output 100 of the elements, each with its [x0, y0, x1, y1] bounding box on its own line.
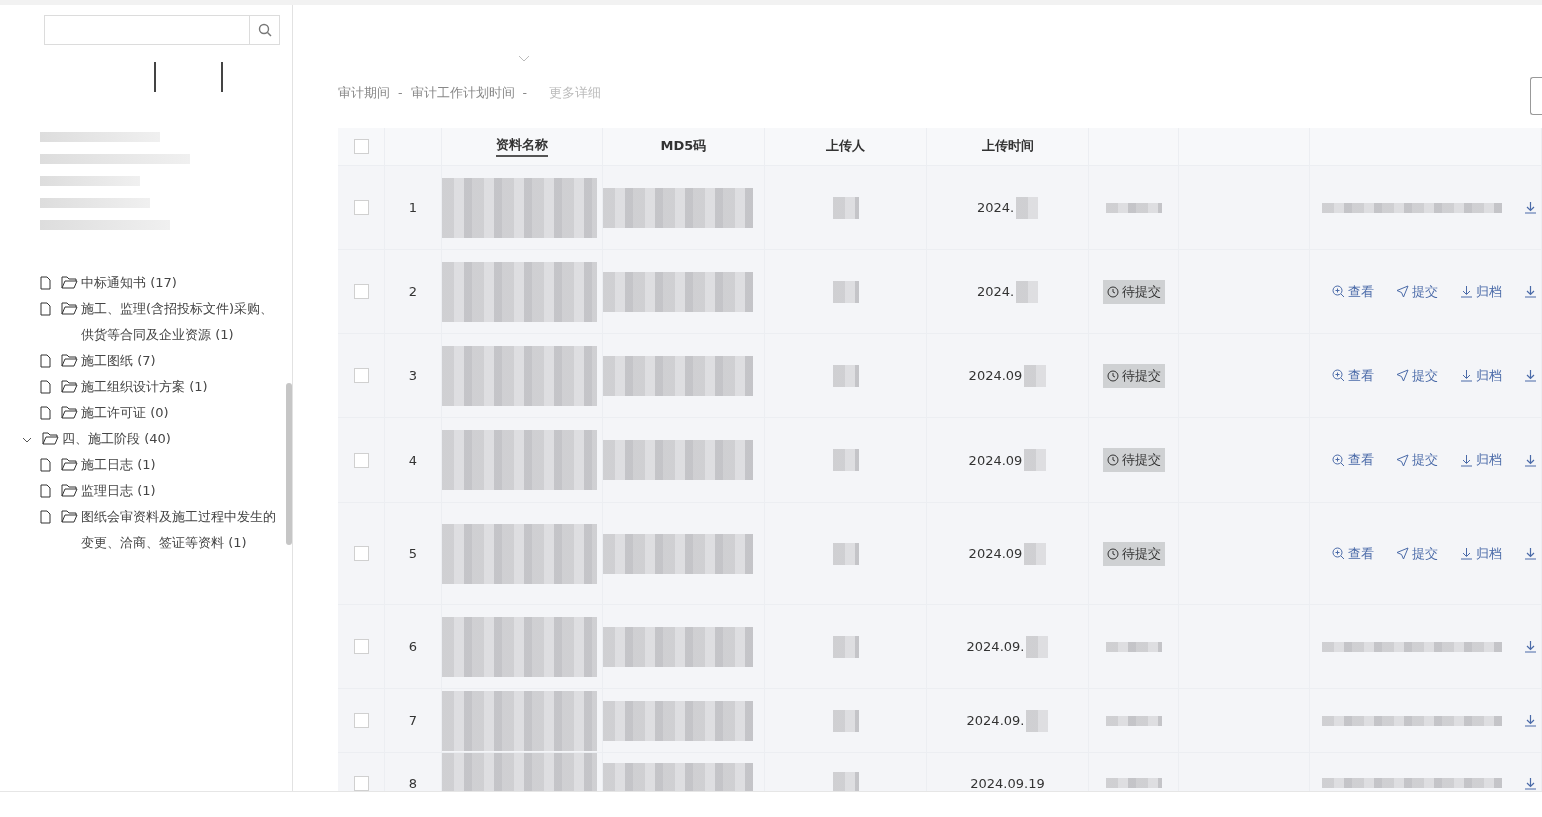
- checkbox[interactable]: [353, 775, 369, 791]
- checkbox[interactable]: [353, 639, 369, 654]
- folder-icon: [61, 380, 78, 393]
- status-tag: 待提交: [1102, 541, 1165, 566]
- checkbox[interactable]: [353, 284, 369, 299]
- action-link[interactable]: 归档: [1460, 544, 1502, 563]
- download-icon[interactable]: [1524, 453, 1537, 467]
- file-icon: [40, 484, 51, 498]
- folder-icon: [61, 484, 78, 497]
- download-icon[interactable]: [1524, 201, 1537, 214]
- row-number: 6: [408, 639, 418, 654]
- checkbox[interactable]: [353, 546, 369, 561]
- folder-icon: [61, 276, 78, 289]
- upload-time: 2024.09: [968, 452, 1023, 468]
- tree-item[interactable]: 图纸会审资料及施工过程中发生的变更、洽商、签证等资料 (1): [81, 504, 280, 556]
- redacted-text: [1105, 778, 1162, 788]
- send-icon: [1396, 453, 1409, 467]
- action-link[interactable]: 归档: [1460, 282, 1502, 301]
- checkbox[interactable]: [353, 200, 369, 215]
- action-link[interactable]: 提交: [1396, 451, 1438, 469]
- tree-item[interactable]: 施工日志 (1): [81, 452, 156, 478]
- folder-icon: [61, 302, 78, 315]
- download-icon[interactable]: [1524, 640, 1537, 653]
- redacted-text: [1016, 280, 1039, 303]
- action-link[interactable]: 查看: [1332, 544, 1374, 563]
- redacted-text: [832, 196, 859, 219]
- zoom-in-icon: [1332, 369, 1345, 382]
- download-icon[interactable]: [1524, 547, 1537, 560]
- status-tag: 待提交: [1102, 363, 1165, 388]
- redacted-text: [1026, 709, 1049, 732]
- download-icon: [1460, 547, 1473, 560]
- action-link[interactable]: 归档: [1460, 451, 1502, 469]
- download-icon[interactable]: [1524, 369, 1537, 382]
- column-header: 上传人: [826, 137, 865, 155]
- tree-item[interactable]: 施工组织设计方案 (1): [81, 374, 208, 400]
- info-label: 审计期间: [338, 85, 390, 102]
- checkbox[interactable]: [353, 713, 369, 728]
- file-icon: [40, 406, 51, 420]
- info-label: 审计工作计划时间: [410, 85, 515, 102]
- action-link[interactable]: 提交: [1396, 282, 1438, 301]
- button-edge[interactable]: [1530, 77, 1542, 115]
- redacted-text: [1024, 542, 1047, 565]
- download-icon[interactable]: [1524, 714, 1537, 727]
- file-icon: [40, 302, 51, 316]
- action-link[interactable]: 查看: [1332, 451, 1374, 469]
- tree-item[interactable]: 中标通知书 (17): [81, 270, 177, 296]
- row-number: 7: [408, 713, 418, 728]
- file-icon: [40, 276, 51, 290]
- separator: -: [398, 85, 403, 102]
- status-tag: 待提交: [1102, 279, 1165, 304]
- upload-time: 2024.09: [968, 546, 1023, 561]
- folder-icon: [61, 510, 78, 523]
- row-number: 1: [408, 200, 418, 215]
- download-icon: [1460, 369, 1473, 382]
- row-number: 4: [408, 452, 418, 468]
- column-header: 资料名称: [496, 136, 548, 157]
- upload-time: 2024.09.19: [970, 775, 1045, 791]
- tree-item[interactable]: 监理日志 (1): [81, 478, 156, 504]
- checkbox[interactable]: [353, 139, 369, 154]
- tree-item[interactable]: 施工图纸 (7): [81, 348, 156, 374]
- row-number: 2: [408, 284, 418, 299]
- upload-time: 2024.: [976, 200, 1015, 215]
- checkbox[interactable]: [353, 368, 369, 383]
- scrollbar[interactable]: [286, 383, 292, 545]
- redacted-text: [1024, 449, 1047, 471]
- status-tag: 待提交: [1102, 448, 1165, 472]
- folder-icon: [42, 432, 59, 445]
- download-icon: [1460, 285, 1473, 298]
- upload-time: 2024.09: [968, 368, 1023, 383]
- clock-icon: [1106, 454, 1119, 466]
- folder-icon: [61, 458, 78, 471]
- chevron-down-icon[interactable]: [22, 435, 32, 445]
- action-link[interactable]: 查看: [1332, 366, 1374, 385]
- download-icon[interactable]: [1524, 285, 1537, 298]
- redacted-text: [1105, 202, 1162, 213]
- tree-item[interactable]: 四、施工阶段 (40): [62, 426, 171, 452]
- action-link[interactable]: 查看: [1332, 282, 1374, 301]
- redacted-text: [832, 635, 859, 658]
- action-link[interactable]: 归档: [1460, 366, 1502, 385]
- column-header: 上传时间: [981, 137, 1034, 155]
- row-number: 5: [408, 546, 418, 561]
- redacted-text: [832, 542, 859, 565]
- tree-item[interactable]: 施工、监理(含招投标文件)采购、供货等合同及企业资源 (1): [81, 296, 280, 348]
- tree-item[interactable]: 施工许可证 (0): [81, 400, 169, 426]
- upload-time: 2024.09.: [966, 639, 1025, 654]
- redacted-text: [832, 364, 859, 387]
- download-icon: [1460, 453, 1473, 467]
- file-icon: [40, 354, 51, 368]
- blurred-control: [154, 62, 223, 92]
- send-icon: [1396, 547, 1409, 560]
- column-header: MD5码: [660, 137, 707, 155]
- redacted-text: [832, 449, 859, 471]
- action-link[interactable]: 提交: [1396, 544, 1438, 563]
- row-number: 3: [408, 368, 418, 383]
- download-icon[interactable]: [1524, 776, 1537, 790]
- redacted-text: [1105, 715, 1162, 726]
- action-link[interactable]: 提交: [1396, 366, 1438, 385]
- checkbox[interactable]: [353, 452, 369, 468]
- search-field[interactable]: [44, 15, 280, 45]
- folder-icon: [61, 406, 78, 419]
